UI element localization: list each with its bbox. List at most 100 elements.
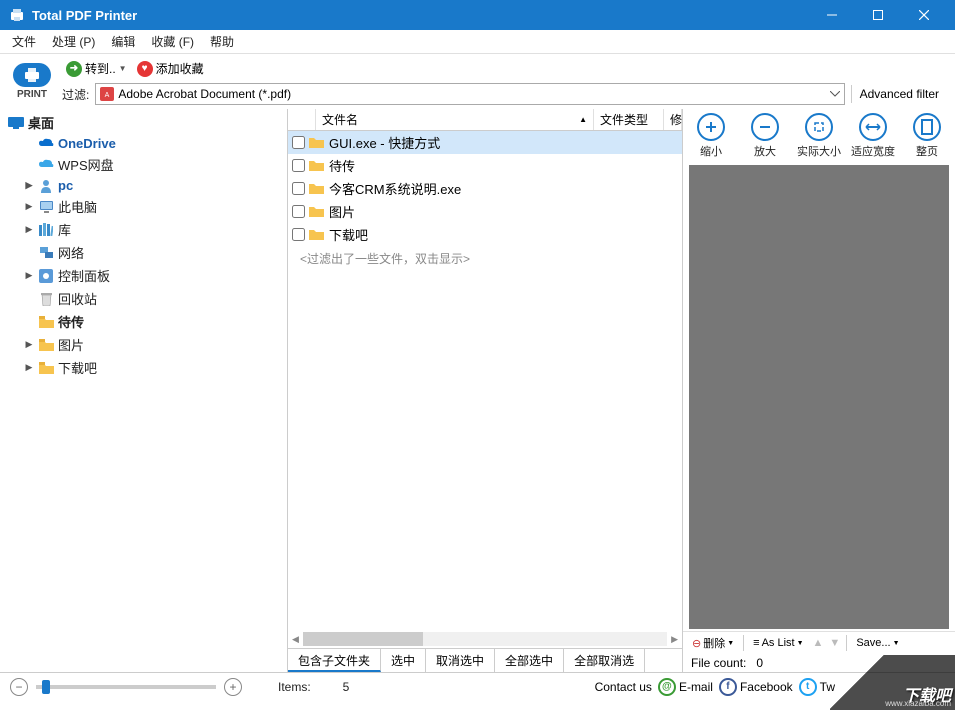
preview-toolbar: 缩小 放大 实际大小 适应宽度 整页: [683, 109, 955, 163]
file-row[interactable]: 下载吧: [288, 223, 682, 246]
tree-item-network[interactable]: 网络: [0, 241, 287, 264]
email-link[interactable]: @ E-mail: [658, 678, 713, 696]
save-button[interactable]: Save... ▼: [853, 636, 902, 650]
fit-page-button[interactable]: 整页: [901, 113, 953, 159]
menubar: 文件 处理 (P) 编辑 收藏 (F) 帮助: [0, 30, 955, 54]
maximize-button[interactable]: [855, 0, 901, 30]
header-type[interactable]: 文件类型: [594, 109, 664, 130]
tab-select-all[interactable]: 全部选中: [495, 649, 564, 672]
file-checkbox[interactable]: [292, 205, 305, 218]
arrow-down-icon[interactable]: ▼: [829, 637, 840, 649]
menu-help[interactable]: 帮助: [202, 31, 242, 52]
print-button[interactable]: PRINT: [8, 63, 56, 101]
file-name: 今客CRM系统说明.exe: [329, 179, 461, 198]
tab-select[interactable]: 选中: [381, 649, 426, 672]
file-row[interactable]: GUI.exe - 快捷方式: [288, 131, 682, 154]
advanced-filter-button[interactable]: Advanced filter: [851, 85, 947, 103]
header-modified[interactable]: 修: [664, 109, 682, 130]
goto-icon: ➜: [66, 61, 82, 77]
computer-icon: [38, 199, 54, 214]
folder-icon: [38, 314, 54, 329]
menu-process[interactable]: 处理 (P): [44, 31, 103, 52]
aslist-button[interactable]: ≡ As List ▼: [750, 636, 806, 650]
header-checkbox[interactable]: [288, 109, 316, 130]
folder-icon: [38, 360, 54, 375]
folder-icon: [38, 337, 54, 352]
tab-deselect[interactable]: 取消选中: [426, 649, 495, 672]
email-icon: @: [658, 678, 676, 696]
filter-hint[interactable]: <过滤出了一些文件，双击显示>: [288, 246, 682, 271]
file-row[interactable]: 图片: [288, 200, 682, 223]
file-tabs: 包含子文件夹 选中 取消选中 全部选中 全部取消选: [288, 648, 682, 672]
toolbar: PRINT ➜ 转到.. ▼ ♥ 添加收藏 过滤: A Adobe Acroba…: [0, 54, 955, 109]
desktop-icon: [8, 115, 24, 130]
facebook-link[interactable]: f Facebook: [719, 678, 793, 696]
tree-item-pc[interactable]: ▶ pc: [0, 176, 287, 195]
file-checkbox[interactable]: [292, 182, 305, 195]
menu-edit[interactable]: 编辑: [103, 31, 143, 52]
fit-width-button[interactable]: 适应宽度: [847, 113, 899, 159]
preview-bottom-bar: ⊖ 删除 ▼ ≡ As List ▼ ▲ ▼ Save... ▼: [683, 631, 955, 654]
tab-include-subfolders[interactable]: 包含子文件夹: [288, 649, 381, 672]
file-name: 图片: [329, 202, 355, 221]
scroll-left-icon[interactable]: ◀: [292, 634, 299, 645]
header-name[interactable]: 文件名 ▲: [316, 109, 594, 130]
separator: [846, 635, 847, 651]
scroll-right-icon[interactable]: ▶: [671, 634, 678, 645]
filter-value: Adobe Acrobat Document (*.pdf): [118, 87, 291, 101]
items-label: Items:: [278, 680, 311, 694]
file-checkbox[interactable]: [292, 228, 305, 241]
file-checkbox[interactable]: [292, 136, 305, 149]
zoom-slider[interactable]: [36, 685, 216, 689]
close-button[interactable]: [901, 0, 947, 30]
tree-item-pictures[interactable]: ▶ 图片: [0, 333, 287, 356]
zoom-in-button[interactable]: 放大: [739, 113, 791, 159]
tree-item-wps[interactable]: WPS网盘: [0, 153, 287, 176]
tree-item-downloads[interactable]: ▶ 下载吧: [0, 356, 287, 379]
menu-favorites[interactable]: 收藏 (F): [143, 31, 202, 52]
tree-item-recyclebin[interactable]: 回收站: [0, 287, 287, 310]
zoom-in-button[interactable]: +: [224, 678, 242, 696]
tree-item-pending[interactable]: 待传: [0, 310, 287, 333]
tree-item-library[interactable]: ▶ 库: [0, 218, 287, 241]
filter-select[interactable]: A Adobe Acrobat Document (*.pdf): [95, 83, 844, 105]
arrow-up-icon[interactable]: ▲: [813, 637, 824, 649]
horizontal-scrollbar[interactable]: ◀ ▶: [288, 630, 682, 648]
tree-item-onedrive[interactable]: OneDrive: [0, 134, 287, 153]
delete-icon: ⊖: [692, 637, 701, 650]
filter-label: 过滤:: [62, 86, 89, 103]
actual-size-button[interactable]: 实际大小: [793, 113, 845, 159]
tab-deselect-all[interactable]: 全部取消选: [564, 649, 645, 672]
titlebar: Total PDF Printer: [0, 0, 955, 30]
library-icon: [38, 222, 54, 237]
goto-button[interactable]: ➜ 转到.. ▼: [62, 58, 131, 79]
print-label: PRINT: [17, 89, 47, 100]
minimize-button[interactable]: [809, 0, 855, 30]
tree-item-thispc[interactable]: ▶ 此电脑: [0, 195, 287, 218]
file-row[interactable]: 待传: [288, 154, 682, 177]
file-checkbox[interactable]: [292, 159, 305, 172]
tree-item-controlpanel[interactable]: ▶ 控制面板: [0, 264, 287, 287]
chevron-down-icon: ▼: [893, 640, 900, 647]
folder-icon: [309, 182, 325, 196]
items-value: 5: [343, 680, 350, 694]
zoom-out-button[interactable]: −: [10, 678, 28, 696]
statusbar: − + Items: 5 Contact us @ E-mail f Faceb…: [0, 672, 955, 700]
delete-button[interactable]: ⊖ 删除 ▼: [689, 634, 737, 652]
tree-caret: ▶: [24, 362, 34, 373]
add-favorite-button[interactable]: ♥ 添加收藏: [133, 58, 208, 79]
chevron-down-icon: ▼: [727, 640, 734, 647]
scroll-thumb[interactable]: [303, 632, 423, 646]
svg-text:A: A: [105, 92, 110, 99]
tree-item-desktop[interactable]: 桌面: [0, 111, 287, 134]
file-list: GUI.exe - 快捷方式 待传 今客CRM系统说明.exe 图片 下载吧: [288, 131, 682, 630]
menu-file[interactable]: 文件: [4, 31, 44, 52]
file-row[interactable]: 今客CRM系统说明.exe: [288, 177, 682, 200]
zoom-out-button[interactable]: 缩小: [685, 113, 737, 159]
tree-caret: ▶: [24, 270, 34, 281]
file-panel: 文件名 ▲ 文件类型 修 GUI.exe - 快捷方式 待传 今客CRM系统说明…: [288, 109, 683, 672]
file-list-header: 文件名 ▲ 文件类型 修: [288, 109, 682, 131]
separator: [743, 635, 744, 651]
zoom-thumb[interactable]: [42, 680, 50, 694]
watermark: 下载吧 www.xiazaiba.com: [830, 655, 955, 710]
